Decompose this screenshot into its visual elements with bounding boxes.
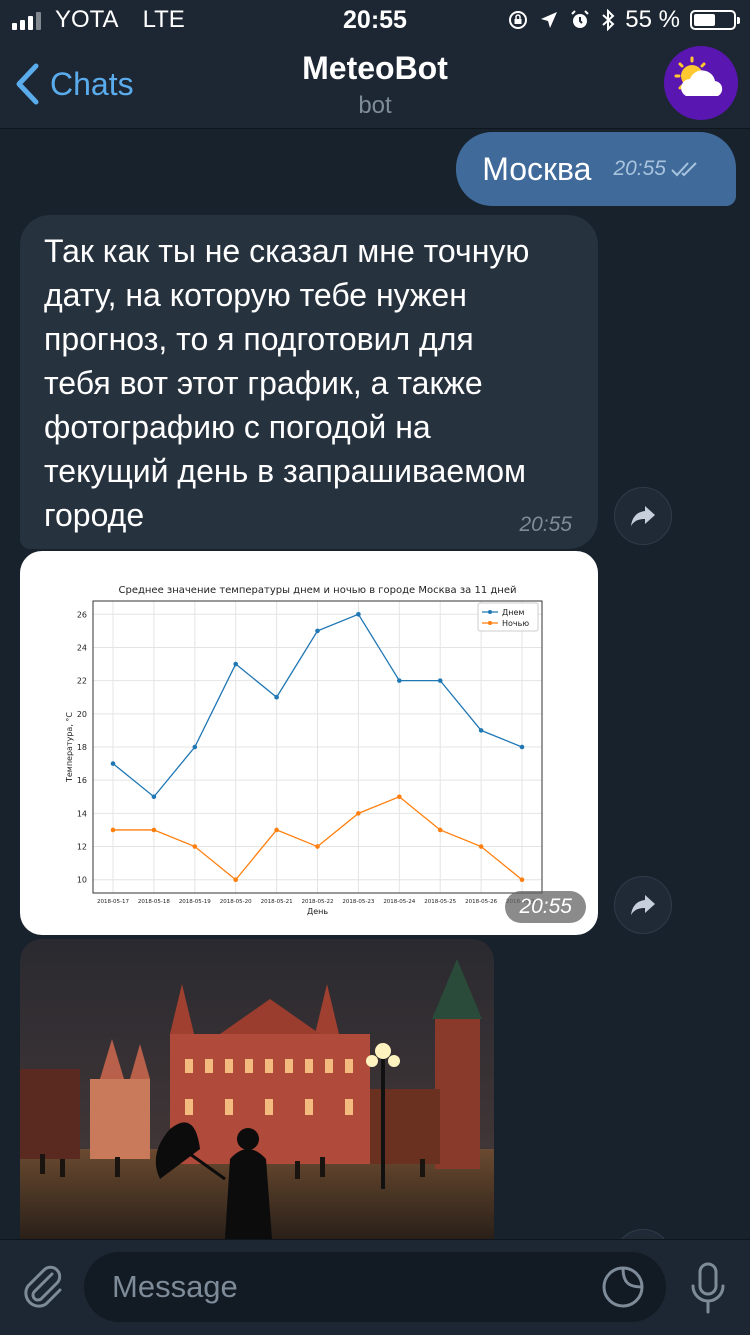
message-list[interactable]: Москва 20:55 Так как ты не сказал мне то… xyxy=(0,129,750,1239)
sticker-icon[interactable] xyxy=(600,1264,646,1310)
data-point xyxy=(437,678,443,683)
legend-label: Ночью xyxy=(502,619,529,628)
incoming-message-time: 20:55 xyxy=(519,513,572,536)
message-placeholder: Message xyxy=(112,1269,238,1304)
incoming-message-text: Так как ты не сказал мне точную дату, на… xyxy=(44,229,574,537)
x-tick-label: 2018-05-19 xyxy=(179,899,211,905)
chart-image-message[interactable]: Среднее значение температуры днем и ночь… xyxy=(20,551,598,935)
data-point xyxy=(478,844,484,849)
message-input[interactable]: Message xyxy=(84,1252,666,1322)
red-square-night-photo xyxy=(20,939,494,1239)
bluetooth-icon xyxy=(602,9,615,31)
chart-title: Среднее значение температуры днем и ночь… xyxy=(118,585,516,596)
bot-avatar[interactable] xyxy=(664,46,738,120)
data-point xyxy=(110,827,116,833)
status-bar-right: 55 % xyxy=(507,6,740,34)
location-icon xyxy=(541,12,558,28)
legend-marker xyxy=(488,621,492,625)
outgoing-message-time: 20:55 xyxy=(613,157,666,180)
chat-title[interactable]: MeteoBot xyxy=(0,50,750,87)
battery-percent: 55 % xyxy=(625,6,680,33)
x-tick-label: 2018-05-24 xyxy=(383,899,415,905)
y-tick-label: 12 xyxy=(77,843,87,852)
share-button[interactable] xyxy=(614,1229,672,1239)
chat-header: Chats MeteoBot bot xyxy=(0,40,750,129)
data-point xyxy=(110,761,116,766)
legend-marker xyxy=(488,610,492,614)
outgoing-message-text: Москва xyxy=(482,150,592,187)
temperature-chart: Среднее значение температуры днем и ночь… xyxy=(65,585,543,916)
message-line: городе xyxy=(44,497,145,533)
data-point xyxy=(519,877,525,883)
double-check-icon xyxy=(671,162,697,177)
x-tick-label: 2018-05-22 xyxy=(302,899,334,905)
outgoing-message[interactable]: Москва 20:55 xyxy=(456,132,736,206)
status-bar: YOTA LTE 20:55 55 % xyxy=(0,0,750,40)
x-tick-label: 2018-05-18 xyxy=(138,899,170,905)
data-point xyxy=(233,661,238,667)
data-point xyxy=(397,678,402,683)
data-point xyxy=(274,694,279,700)
y-tick-label: 18 xyxy=(77,743,87,752)
data-point xyxy=(437,827,443,833)
x-tick-label: 2018-05-20 xyxy=(220,899,252,905)
x-tick-label: 2018-05-25 xyxy=(424,899,456,905)
x-tick-label: 2018-05-26 xyxy=(465,899,497,905)
y-tick-label: 26 xyxy=(77,610,87,619)
message-line: тебя вот этот график, а также xyxy=(44,365,483,401)
battery-fill xyxy=(694,14,715,26)
y-tick-label: 10 xyxy=(77,876,87,885)
incoming-message[interactable]: Так как ты не сказал мне точную дату, на… xyxy=(20,215,598,549)
x-tick-label: 2018-05-21 xyxy=(261,899,293,905)
share-button[interactable] xyxy=(614,876,672,934)
microphone-icon[interactable] xyxy=(688,1260,728,1316)
battery-icon xyxy=(690,10,740,30)
chart-message-time: 20:55 xyxy=(505,891,586,923)
data-point xyxy=(356,811,361,816)
orientation-lock-icon xyxy=(509,11,528,29)
weather-sun-cloud-icon xyxy=(674,56,723,96)
data-point xyxy=(233,877,238,883)
data-point xyxy=(356,611,361,617)
paperclip-icon[interactable] xyxy=(16,1260,66,1310)
x-axis-label: День xyxy=(307,907,328,916)
y-tick-label: 22 xyxy=(77,677,87,686)
y-tick-label: 20 xyxy=(77,710,87,719)
y-tick-label: 14 xyxy=(77,809,87,818)
x-tick-label: 2018-05-17 xyxy=(97,899,129,905)
chat-subtitle: bot xyxy=(358,92,392,119)
message-line: текущий день в запрашиваемом xyxy=(44,453,526,489)
y-tick-label: 16 xyxy=(77,776,87,785)
city-photo-message[interactable] xyxy=(20,939,494,1239)
data-point xyxy=(192,744,198,750)
share-button[interactable] xyxy=(614,487,672,545)
data-point xyxy=(151,827,157,833)
outgoing-message-meta: 20:55 xyxy=(613,157,700,181)
data-point xyxy=(151,794,157,800)
data-point xyxy=(478,728,484,733)
data-point xyxy=(315,844,320,849)
x-tick-label: 2018-05-23 xyxy=(342,899,374,905)
message-line: дату, на которую тебе нужен xyxy=(44,277,467,313)
legend-label: Днем xyxy=(502,608,524,617)
message-line: прогноз, то я подготовил для xyxy=(44,321,474,357)
alarm-icon xyxy=(571,10,590,28)
share-arrow-icon xyxy=(631,506,655,526)
y-axis-label: Температура, °C xyxy=(65,712,74,783)
message-line: фотографию с погодой на xyxy=(44,409,431,445)
message-input-bar: Message xyxy=(0,1239,750,1335)
data-point xyxy=(274,827,279,833)
share-arrow-icon xyxy=(631,895,655,915)
message-line: Так как ты не сказал мне точную xyxy=(44,233,530,269)
data-point xyxy=(519,744,525,750)
data-point xyxy=(192,844,198,849)
y-tick-label: 24 xyxy=(77,643,87,652)
data-point xyxy=(315,628,320,634)
data-point xyxy=(397,794,402,800)
